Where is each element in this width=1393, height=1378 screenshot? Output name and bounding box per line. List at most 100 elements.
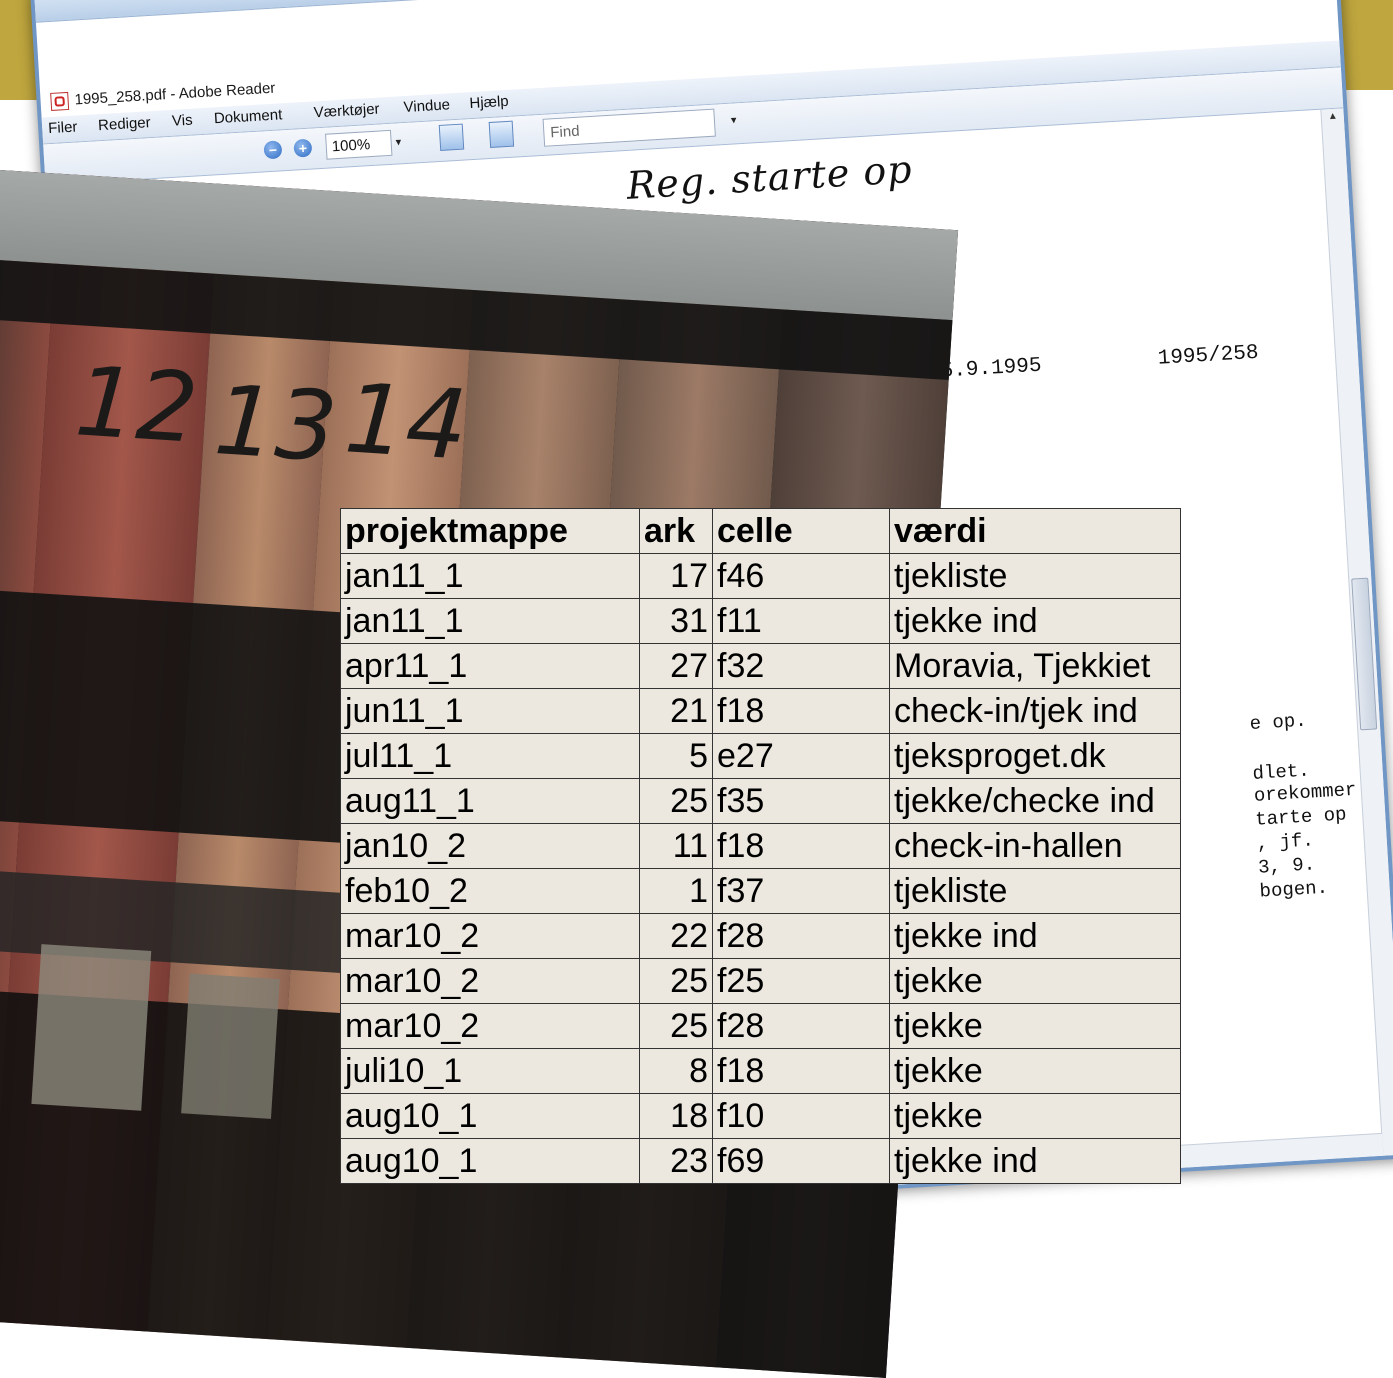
table-row: jan10_2 11 f18 check-in-hallen [340, 823, 1181, 869]
cell-vaerdi: tjekliste [889, 553, 1181, 599]
cell-celle: f18 [712, 688, 890, 734]
column-header-ark: ark [639, 508, 713, 554]
table-row: aug10_1 18 f10 tjekke [340, 1093, 1181, 1139]
fit-page-icon[interactable] [488, 120, 515, 148]
spine-paper-label [31, 944, 152, 1111]
table-row: mar10_2 22 f28 tjekke ind [340, 913, 1181, 959]
cell-projektmappe: mar10_2 [340, 1003, 640, 1049]
cell-celle: f35 [712, 778, 890, 824]
cell-ark: 23 [639, 1138, 713, 1184]
table-row: jun11_1 21 f18 check-in/tjek ind [340, 688, 1181, 734]
spine-number: 12 [72, 345, 202, 465]
zoom-in-icon[interactable]: + [293, 138, 313, 158]
cell-vaerdi: tjekke [889, 958, 1181, 1004]
cell-vaerdi: Moravia, Tjekkiet [889, 643, 1181, 689]
cell-projektmappe: jan11_1 [340, 598, 640, 644]
fit-width-icon[interactable] [438, 123, 465, 151]
cell-vaerdi: tjekke [889, 1048, 1181, 1094]
pdf-file-icon [50, 91, 70, 111]
cell-celle: f25 [712, 958, 890, 1004]
cell-projektmappe: jun11_1 [340, 688, 640, 734]
body-line: tarte op [1254, 803, 1348, 831]
body-line: , jf. [1256, 829, 1315, 855]
cell-projektmappe: jan11_1 [340, 553, 640, 599]
cell-celle: f18 [712, 1048, 890, 1094]
spine-number: 13 [211, 364, 341, 484]
cell-projektmappe: aug10_1 [340, 1093, 640, 1139]
cell-celle: f37 [712, 868, 890, 914]
menu-dokument[interactable]: Dokument [213, 106, 282, 127]
menu-hjaelp[interactable]: Hjælp [469, 93, 509, 112]
table-row: feb10_2 1 f37 tjekliste [340, 868, 1181, 914]
scroll-up-icon[interactable]: ▲ [1328, 111, 1339, 123]
table-row: mar10_2 25 f25 tjekke [340, 958, 1181, 1004]
column-header-vaerdi: værdi [889, 508, 1181, 554]
case-number: 1995/258 [1157, 341, 1260, 371]
cell-celle: f11 [712, 598, 890, 644]
cell-celle: f32 [712, 643, 890, 689]
cell-vaerdi: check-in-hallen [889, 823, 1181, 869]
scroll-thumb[interactable] [1351, 577, 1378, 731]
cell-celle: f28 [712, 913, 890, 959]
cell-ark: 11 [639, 823, 713, 869]
body-line: e op. [1249, 709, 1308, 735]
cell-ark: 25 [639, 778, 713, 824]
window-title: 1995_258.pdf - Adobe Reader [74, 79, 276, 109]
cell-projektmappe: aug10_1 [340, 1138, 640, 1184]
table-header-row: projektmappe ark celle værdi [340, 508, 1181, 554]
cell-celle: f28 [712, 1003, 890, 1049]
body-line: 3, 9. [1257, 853, 1316, 879]
cell-ark: 27 [639, 643, 713, 689]
table-row: apr11_1 27 f32 Moravia, Tjekkiet [340, 643, 1181, 689]
table-row: jan11_1 17 f46 tjekliste [340, 553, 1181, 599]
menu-vindue[interactable]: Vindue [403, 96, 450, 116]
spine-number: 14 [341, 362, 471, 482]
zoom-out-icon[interactable]: − [263, 140, 283, 160]
cell-celle: f18 [712, 823, 890, 869]
cell-celle: e27 [712, 733, 890, 779]
cell-ark: 22 [639, 913, 713, 959]
cell-ark: 25 [639, 958, 713, 1004]
menu-rediger[interactable]: Rediger [98, 114, 151, 134]
cell-projektmappe: aug11_1 [340, 778, 640, 824]
column-header-celle: celle [712, 508, 890, 554]
spine-paper-label [181, 973, 280, 1119]
cell-vaerdi: tjekke ind [889, 913, 1181, 959]
cell-ark: 31 [639, 598, 713, 644]
table-row: aug11_1 25 f35 tjekke/checke ind [340, 778, 1181, 824]
cell-ark: 18 [639, 1093, 713, 1139]
cell-celle: f10 [712, 1093, 890, 1139]
table-row: jan11_1 31 f11 tjekke ind [340, 598, 1181, 644]
cell-ark: 21 [639, 688, 713, 734]
table-row: jul11_1 5 e27 tjeksproget.dk [340, 733, 1181, 779]
menu-filer[interactable]: Filer [48, 118, 78, 137]
results-table: projektmappe ark celle værdi jan11_1 17 f4… [340, 508, 1181, 1184]
cell-ark: 8 [639, 1048, 713, 1094]
menu-vaerktojer[interactable]: Værktøjer [313, 100, 380, 121]
find-dropdown-icon[interactable]: ▾ [731, 113, 737, 126]
cell-projektmappe: feb10_2 [340, 868, 640, 914]
cell-projektmappe: juli10_1 [340, 1048, 640, 1094]
zoom-level-field[interactable]: 100% [325, 129, 393, 160]
cell-ark: 25 [639, 1003, 713, 1049]
cell-vaerdi: tjekke ind [889, 598, 1181, 644]
title-bar-top: × [34, 0, 1334, 23]
cell-ark: 5 [639, 733, 713, 779]
column-header-projektmappe: projektmappe [340, 508, 640, 554]
cell-vaerdi: tjekke ind [889, 1138, 1181, 1184]
handwritten-note: Reg. starte op [625, 147, 914, 208]
cell-vaerdi: tjekke [889, 1003, 1181, 1049]
body-line: bogen. [1258, 876, 1329, 903]
cell-ark: 1 [639, 868, 713, 914]
cell-projektmappe: mar10_2 [340, 913, 640, 959]
table-row: mar10_2 25 f28 tjekke [340, 1003, 1181, 1049]
find-input[interactable]: Find [542, 108, 716, 147]
cell-vaerdi: tjekke/checke ind [889, 778, 1181, 824]
cell-projektmappe: apr11_1 [340, 643, 640, 689]
menu-vis[interactable]: Vis [172, 112, 194, 130]
zoom-dropdown-icon[interactable]: ▾ [395, 135, 401, 148]
cell-ark: 17 [639, 553, 713, 599]
cell-projektmappe: mar10_2 [340, 958, 640, 1004]
cell-vaerdi: tjekke [889, 1093, 1181, 1139]
cell-vaerdi: check-in/tjek ind [889, 688, 1181, 734]
